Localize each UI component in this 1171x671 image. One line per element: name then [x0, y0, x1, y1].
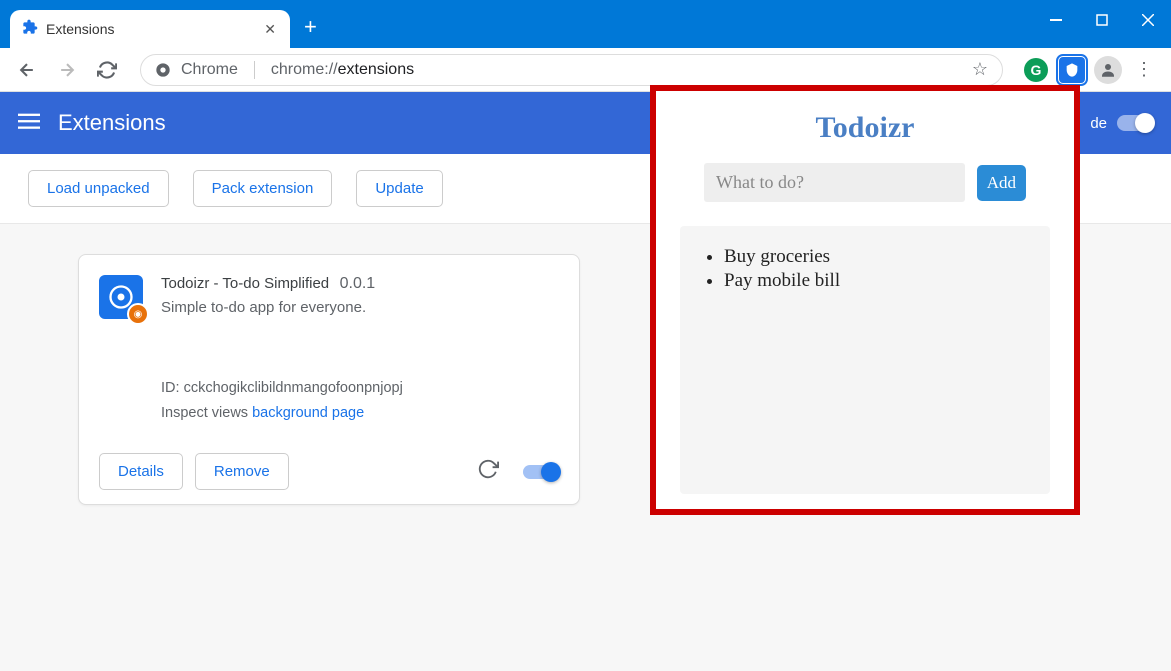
- minimize-icon: [1050, 19, 1062, 21]
- back-button[interactable]: [12, 55, 42, 85]
- extension-description: Simple to-do app for everyone.: [161, 299, 559, 316]
- profile-button[interactable]: [1093, 55, 1123, 85]
- dev-mode-label: de: [1090, 115, 1107, 132]
- extension-popup: Todoizr Add Buy groceries Pay mobile bil…: [650, 85, 1080, 515]
- extension-reload-button[interactable]: [477, 458, 499, 485]
- omnibox-scheme: Chrome: [181, 61, 238, 79]
- todo-list: Buy groceries Pay mobile bill: [724, 246, 1030, 292]
- extension-enable-toggle[interactable]: [523, 465, 559, 479]
- extension-shortcut-2[interactable]: [1057, 55, 1087, 85]
- details-button[interactable]: Details: [99, 453, 183, 490]
- extension-title-row: Todoizr - To-do Simplified 0.0.1: [161, 275, 559, 293]
- extension-meta: ID: cckchogikclibildnmangofoonpnjopj Ins…: [161, 376, 559, 425]
- extension-shortcut-1[interactable]: G: [1021, 55, 1051, 85]
- green-extension-icon: G: [1024, 58, 1048, 82]
- reload-icon: [477, 458, 499, 480]
- tab-title: Extensions: [46, 21, 254, 37]
- new-tab-button[interactable]: +: [304, 14, 317, 40]
- load-unpacked-button[interactable]: Load unpacked: [28, 170, 169, 207]
- unpacked-badge-icon: ◉: [127, 303, 149, 325]
- tab-bar: Extensions ✕ +: [0, 0, 1171, 48]
- omnibox[interactable]: Chrome chrome://extensions ☆: [140, 54, 1003, 86]
- card-footer: Details Remove: [99, 453, 559, 490]
- add-button[interactable]: Add: [977, 165, 1026, 201]
- extension-icon: ◉: [99, 275, 143, 319]
- extension-name: Todoizr - To-do Simplified: [161, 275, 329, 292]
- extension-card: ◉ Todoizr - To-do Simplified 0.0.1 Simpl…: [78, 254, 580, 505]
- omnibox-url: chrome://extensions: [271, 61, 414, 79]
- omnibox-separator: [254, 61, 255, 79]
- list-item: Buy groceries: [724, 246, 1030, 268]
- arrow-left-icon: [17, 60, 37, 80]
- toolbar-icons: G ⋮: [1021, 55, 1159, 85]
- remove-button[interactable]: Remove: [195, 453, 289, 490]
- browser-tab[interactable]: Extensions ✕: [10, 10, 290, 48]
- chrome-icon: [155, 62, 171, 78]
- todo-input[interactable]: [704, 163, 965, 202]
- forward-button[interactable]: [52, 55, 82, 85]
- reload-button[interactable]: [92, 55, 122, 85]
- extension-version: 0.0.1: [340, 275, 376, 292]
- extension-id: cckchogikclibildnmangofoonpnjopj: [184, 380, 403, 396]
- bookmark-star-icon[interactable]: ☆: [972, 59, 988, 80]
- background-page-link[interactable]: background page: [252, 405, 364, 421]
- profile-icon: [1094, 56, 1122, 84]
- list-item: Pay mobile bill: [724, 270, 1030, 292]
- popup-title: Todoizr: [676, 111, 1054, 145]
- arrow-right-icon: [57, 60, 77, 80]
- blue-extension-icon: [1059, 57, 1085, 83]
- minimize-button[interactable]: [1033, 0, 1079, 40]
- reload-icon: [97, 60, 117, 80]
- tab-close-button[interactable]: ✕: [262, 19, 278, 40]
- hamburger-icon: [18, 110, 40, 132]
- puzzle-icon: [22, 19, 38, 40]
- popup-input-row: Add: [676, 163, 1054, 202]
- page-title: Extensions: [58, 110, 166, 136]
- update-button[interactable]: Update: [356, 170, 442, 207]
- pack-extension-button[interactable]: Pack extension: [193, 170, 333, 207]
- browser-menu-button[interactable]: ⋮: [1129, 55, 1159, 85]
- close-icon: [1142, 14, 1154, 26]
- close-window-button[interactable]: [1125, 0, 1171, 40]
- maximize-button[interactable]: [1079, 0, 1125, 40]
- maximize-icon: [1096, 14, 1108, 26]
- window-controls: [1033, 0, 1171, 40]
- dev-mode-toggle[interactable]: [1117, 115, 1153, 131]
- todo-list-box: Buy groceries Pay mobile bill: [680, 226, 1050, 494]
- dev-mode-section: de: [1090, 115, 1153, 132]
- menu-button[interactable]: [18, 110, 40, 137]
